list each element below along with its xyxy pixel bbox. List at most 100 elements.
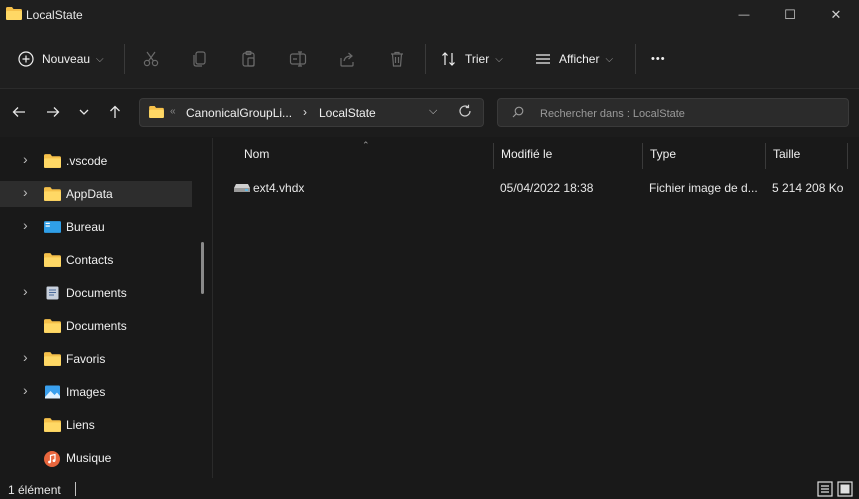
- desktop-icon: [44, 220, 61, 234]
- arrow-left-icon: [12, 107, 25, 117]
- sidebar-item[interactable]: Documents: [0, 313, 192, 339]
- search-box[interactable]: [497, 98, 849, 127]
- more-icon: •••: [651, 53, 666, 65]
- sidebar-item[interactable]: Contacts: [0, 247, 192, 273]
- sidebar-item[interactable]: Musique: [0, 445, 192, 471]
- chevron-right-icon[interactable]: ›: [23, 217, 28, 233]
- column-divider[interactable]: [765, 143, 766, 169]
- status-divider: [75, 482, 76, 496]
- sidebar-scrollbar[interactable]: [201, 242, 204, 294]
- search-icon: [512, 106, 524, 118]
- toolbar-divider: [124, 44, 125, 74]
- chevron-right-icon[interactable]: ›: [23, 184, 28, 200]
- new-button-label: Nouveau: [42, 52, 91, 66]
- sidebar-item-label: Images: [66, 385, 106, 399]
- refresh-icon: [459, 104, 471, 117]
- cut-button[interactable]: [140, 48, 162, 70]
- delete-button[interactable]: [386, 48, 408, 70]
- sort-arrows-icon: [442, 52, 455, 66]
- column-divider[interactable]: [493, 143, 494, 169]
- close-button[interactable]: ✕: [813, 0, 859, 30]
- share-icon: [340, 52, 354, 67]
- up-button[interactable]: [104, 101, 126, 123]
- column-header-modified[interactable]: Modifié le: [501, 147, 552, 167]
- maximize-icon: ☐: [784, 7, 796, 22]
- minimize-icon: —: [738, 9, 750, 21]
- sidebar-item-label: Contacts: [66, 253, 114, 267]
- column-divider[interactable]: [642, 143, 643, 169]
- view-button[interactable]: Afficher ⌵: [535, 46, 613, 72]
- back-button[interactable]: [8, 101, 30, 123]
- delete-icon: [391, 51, 403, 67]
- rename-button[interactable]: [287, 48, 309, 70]
- column-header-type[interactable]: Type: [650, 147, 676, 167]
- chevron-down-icon: ⌵: [605, 53, 614, 65]
- chevron-right-icon[interactable]: ›: [23, 382, 28, 398]
- paste-button[interactable]: [238, 48, 260, 70]
- sidebar-item-label: Favoris: [66, 352, 106, 366]
- more-options-button[interactable]: •••: [651, 46, 666, 72]
- chevron-down-icon: [79, 109, 89, 115]
- sort-button-label: Trier: [465, 52, 490, 66]
- window-title: LocalState: [26, 8, 83, 22]
- sidebar-item[interactable]: Liens: [0, 412, 192, 438]
- sidebar-item[interactable]: › Favoris: [0, 346, 192, 372]
- music-icon: [44, 451, 61, 467]
- arrow-right-icon: [47, 107, 60, 117]
- maximize-button[interactable]: ☐: [767, 0, 813, 30]
- navigation-pane: › .vscode › AppData › Bureau Contacts › Document…: [0, 138, 213, 478]
- tiles-view-icon[interactable]: [837, 481, 853, 497]
- view-button-label: Afficher: [559, 52, 600, 66]
- refresh-button[interactable]: [458, 104, 472, 121]
- folder-icon: [6, 7, 22, 20]
- address-dropdown-button[interactable]: ⌵: [429, 105, 437, 118]
- arrow-up-icon: [110, 105, 120, 118]
- file-explorer-window: LocalState — ☐ ✕ Nouveau ⌵ Trier ⌵ Affic…: [0, 0, 859, 499]
- item-count: 1 élément: [8, 483, 61, 497]
- title-bar[interactable]: LocalState — ☐ ✕: [0, 0, 859, 30]
- documents-icon: [44, 286, 61, 300]
- search-input[interactable]: [538, 104, 842, 124]
- sort-button[interactable]: Trier ⌵: [441, 46, 503, 72]
- share-button[interactable]: [336, 48, 358, 70]
- plus-circle-icon: [18, 51, 34, 67]
- sidebar-item-label: Documents: [66, 319, 127, 333]
- folder-icon: [44, 253, 61, 267]
- column-divider[interactable]: [847, 143, 848, 169]
- minimize-button[interactable]: —: [721, 0, 767, 30]
- chevron-right-icon[interactable]: ›: [23, 349, 28, 365]
- column-header-size[interactable]: Taille: [773, 147, 800, 167]
- forward-button[interactable]: [42, 101, 64, 123]
- breadcrumb-separator[interactable]: ›: [303, 105, 307, 119]
- pictures-icon: [44, 385, 61, 399]
- copy-icon: [193, 51, 206, 67]
- file-name: ext4.vhdx: [253, 181, 305, 195]
- file-size: 5 214 208 Ko: [772, 181, 844, 195]
- column-header-name[interactable]: Nom: [244, 147, 269, 167]
- virtual-disk-icon: [234, 184, 250, 192]
- paste-icon: [242, 50, 255, 67]
- table-row[interactable]: ext4.vhdx 05/04/2022 18:38 Fichier image…: [228, 176, 848, 200]
- folder-icon: [44, 319, 61, 333]
- sidebar-item[interactable]: › Documents: [0, 280, 192, 306]
- sidebar-item[interactable]: › Bureau: [0, 214, 192, 240]
- sidebar-item[interactable]: › .vscode: [0, 148, 192, 174]
- command-bar: Nouveau ⌵ Trier ⌵ Afficher ⌵ •••: [0, 30, 859, 89]
- sidebar-item[interactable]: › Images: [0, 379, 192, 405]
- address-bar[interactable]: « CanonicalGroupLi... › LocalState ⌵: [139, 98, 484, 127]
- details-view-icon[interactable]: [817, 481, 833, 497]
- sidebar-item[interactable]: › AppData: [0, 181, 192, 207]
- sidebar-item-label: AppData: [66, 187, 113, 201]
- chevron-right-icon[interactable]: ›: [23, 151, 28, 167]
- sidebar-item-label: Liens: [66, 418, 95, 432]
- breadcrumb-overflow[interactable]: «: [170, 106, 176, 117]
- copy-button[interactable]: [189, 48, 211, 70]
- breadcrumb-current[interactable]: LocalState: [319, 106, 376, 120]
- chevron-right-icon[interactable]: ›: [23, 283, 28, 299]
- new-button[interactable]: Nouveau ⌵: [18, 46, 104, 72]
- chevron-down-icon: ⌵: [96, 53, 104, 65]
- rename-icon: [289, 51, 307, 67]
- breadcrumb-segment[interactable]: CanonicalGroupLi...: [186, 106, 292, 120]
- sidebar-item-label: .vscode: [66, 154, 108, 168]
- recent-locations-button[interactable]: [73, 101, 95, 123]
